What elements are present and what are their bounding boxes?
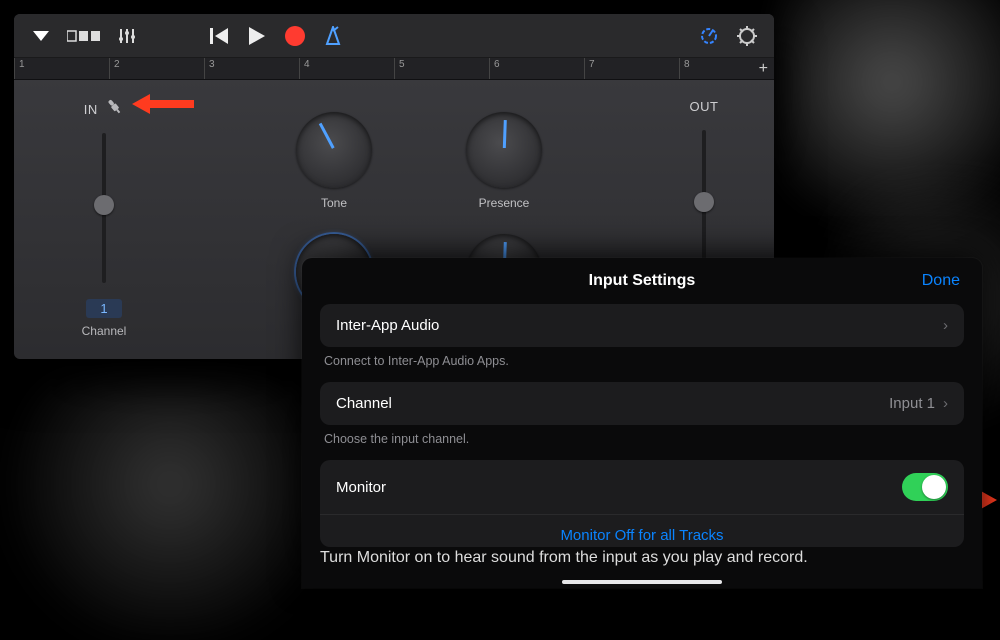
tuning-button[interactable]	[692, 21, 726, 51]
sheet-title: Input Settings	[320, 272, 964, 290]
channel-row[interactable]: Channel Input 1 ›	[320, 382, 964, 425]
chevron-right-icon: ›	[943, 317, 948, 334]
monitor-off-all-button[interactable]: Monitor Off for all Tracks	[320, 514, 964, 547]
monitor-label: Monitor	[336, 479, 386, 496]
tone-knob[interactable]	[296, 112, 372, 188]
add-section-button[interactable]: +	[759, 60, 768, 78]
play-button[interactable]	[240, 21, 274, 51]
channel-value: Input 1	[889, 395, 935, 412]
annotation-arrow-input	[132, 94, 194, 114]
inter-app-audio-row[interactable]: Inter-App Audio ›	[320, 304, 964, 347]
tone-label: Tone	[254, 196, 414, 210]
presence-knob[interactable]	[466, 112, 542, 188]
inter-app-label: Inter-App Audio	[336, 317, 439, 334]
timeline-ruler[interactable]: 1 2 3 4 5 6 7 8 +	[14, 58, 774, 80]
ruler-mark: 2	[109, 58, 204, 79]
ruler-mark: 3	[204, 58, 299, 79]
input-plug-icon[interactable]	[103, 95, 129, 121]
home-indicator[interactable]	[562, 580, 722, 584]
ruler-mark: 4	[299, 58, 394, 79]
in-gain-slider[interactable]	[102, 133, 106, 283]
monitor-row: Monitor	[320, 460, 964, 514]
mixer-button[interactable]	[110, 21, 144, 51]
view-split-button[interactable]	[62, 21, 106, 51]
done-button[interactable]: Done	[922, 272, 960, 290]
out-label: OUT	[690, 99, 719, 114]
rewind-button[interactable]	[202, 21, 236, 51]
record-button[interactable]	[278, 21, 312, 51]
settings-button[interactable]	[730, 21, 764, 51]
metronome-button[interactable]	[316, 21, 350, 51]
presence-label: Presence	[424, 196, 584, 210]
monitor-toggle[interactable]	[902, 473, 948, 501]
inter-app-hint: Connect to Inter-App Audio Apps.	[324, 354, 960, 368]
in-label: IN	[84, 102, 98, 117]
channel-badge[interactable]: 1	[86, 299, 121, 318]
channel-caption: Channel	[64, 324, 144, 338]
ruler-mark: 6	[489, 58, 584, 79]
ruler-mark: 7	[584, 58, 679, 79]
monitor-hint: Turn Monitor on to hear sound from the i…	[320, 549, 964, 567]
toolbar	[14, 14, 774, 58]
dropdown-button[interactable]	[24, 21, 58, 51]
channel-hint: Choose the input channel.	[324, 432, 960, 446]
ruler-mark: 1	[14, 58, 109, 79]
chevron-right-icon: ›	[943, 395, 948, 412]
ruler-mark: 5	[394, 58, 489, 79]
input-settings-sheet: Input Settings Done Inter-App Audio › Co…	[302, 258, 982, 588]
channel-row-label: Channel	[336, 395, 392, 412]
